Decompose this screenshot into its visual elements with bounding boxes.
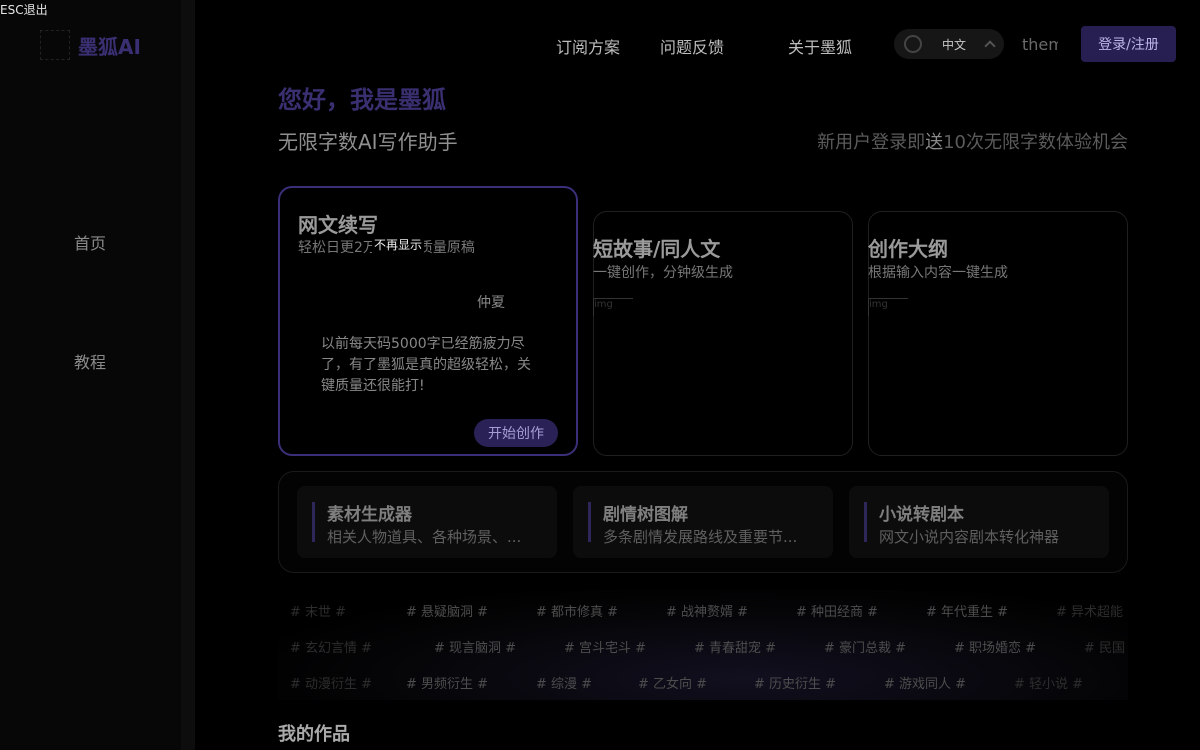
card-title: 创作大纲 [868,237,948,261]
genre-tag[interactable]: # 现言脑洞 # [434,637,516,656]
genre-tag[interactable]: # 战神赘婿 # [666,601,748,620]
genre-tag[interactable]: # 历史衍生 # [754,673,836,692]
genre-tag[interactable]: # 豪门总裁 # [824,637,906,656]
nav-feedback[interactable]: 问题反馈 [660,34,724,58]
card-title: 短故事/同人文 [593,237,721,261]
logo-image [40,30,70,60]
dont-show-again[interactable]: 不再显示 [372,236,425,253]
esc-exit-hint: ESC退出 [0,3,48,17]
theme-toggle-icon[interactable]: theme [1022,28,1058,62]
genre-tag[interactable]: # 游戏同人 # [884,673,966,692]
genre-tag[interactable]: # 轻小说 # [1014,673,1083,692]
card-subtitle: 根据输入内容一键生成 [868,265,1008,281]
globe-icon [904,35,922,53]
login-register-button[interactable]: 登录/注册 [1081,26,1176,62]
genre-tag[interactable]: # 青春甜宠 # [694,637,776,656]
tool-plot-tree[interactable]: 剧情树图解 多条剧情发展路线及重要节... [573,486,833,558]
genre-tag[interactable]: # 种田经商 # [796,601,878,620]
tool-subtitle: 网文小说内容剧本转化神器 [879,528,1060,546]
language-label: 中文 [941,37,966,52]
greeting-heading: 您好，我是墨狐 [278,86,446,114]
genre-tag[interactable]: # 都市修真 # [536,601,618,620]
genre-tag[interactable]: # 宫斗宅斗 # [564,637,646,656]
genre-tag[interactable]: # 民国 # [1084,637,1128,656]
my-works-heading: 我的作品 [278,724,350,745]
nav-about[interactable]: 关于墨狐 [788,34,852,58]
genre-tag[interactable]: # 动漫衍生 # [290,673,372,692]
genre-tag[interactable]: # 乙女向 # [638,673,707,692]
accent-bar [312,502,315,542]
testimonial-author: 仲夏 [477,295,505,311]
genre-tag[interactable]: # 男频衍生 # [406,673,488,692]
nav-subscription[interactable]: 订阅方案 [556,34,620,58]
card-image: img [868,298,908,316]
card-subtitle: 一键创作，分钟级生成 [593,265,733,281]
language-selector[interactable]: 中文 [894,29,1004,59]
hero-subtitle: 无限字数AI写作助手 [278,130,458,154]
start-creating-button[interactable]: 开始创作 [474,419,558,447]
accent-bar [588,502,591,542]
genre-tag[interactable]: # 异术超能 # [1056,601,1128,620]
tool-subtitle: 多条剧情发展路线及重要节... [603,528,798,546]
tool-title: 素材生成器 [327,505,412,525]
brand-name: 墨狐AI [78,34,141,59]
tool-title: 剧情树图解 [603,505,688,525]
tool-subtitle: 相关人物道具、各种场景、... [327,528,522,546]
card-title: 网文续写 [298,213,378,237]
genre-tag[interactable]: # 悬疑脑洞 # [406,601,488,620]
genre-tag[interactable]: # 末世 # [290,601,346,620]
card-image: img [593,298,633,316]
sidebar [0,0,181,750]
genre-tag[interactable]: # 玄幻言情 # [290,637,372,656]
tool-title: 小说转剧本 [879,505,964,525]
testimonial-quote: 以前每天码5000字已经筋疲力尽了，有了墨狐是真的超级轻松，关键质量还很能打! [321,336,531,394]
brand-logo[interactable]: 墨狐AI [40,30,141,60]
genre-tag[interactable]: # 综漫 # [536,673,592,692]
tool-novel-to-script[interactable]: 小说转剧本 网文小说内容剧本转化神器 [849,486,1109,558]
promo-text: 新用户登录即送10次无限字数体验机会 [817,132,1128,153]
genre-tag[interactable]: # 职场婚恋 # [954,637,1036,656]
tool-material-generator[interactable]: 素材生成器 相关人物道具、各种场景、... [297,486,557,558]
sidebar-item-home[interactable]: 首页 [74,230,106,254]
genre-tag[interactable]: # 年代重生 # [926,601,1008,620]
chevron-up-icon [984,40,996,52]
accent-bar [864,502,867,542]
sidebar-item-tutorial[interactable]: 教程 [74,349,106,373]
sidebar-divider [181,0,195,750]
